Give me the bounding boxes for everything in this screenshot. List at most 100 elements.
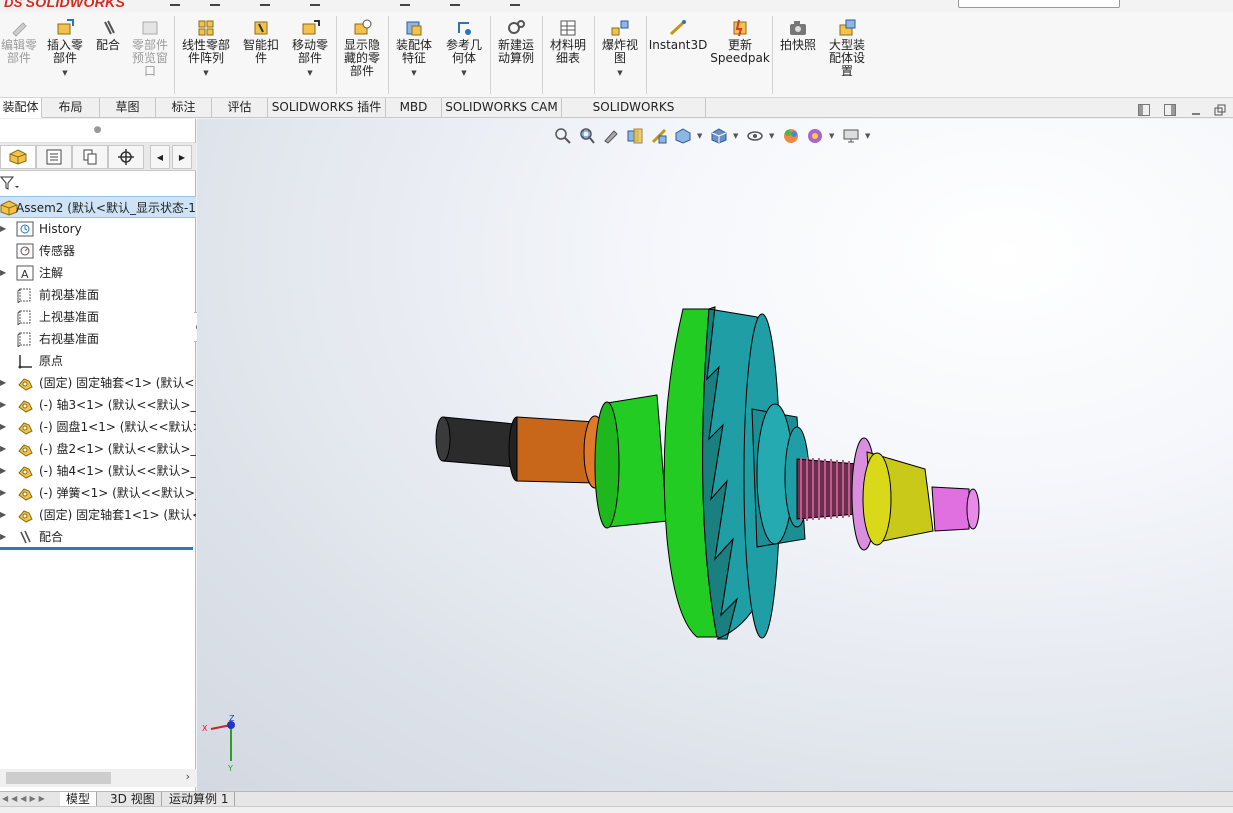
- tab-solidworks-cam[interactable]: SOLIDWORKS CAM: [442, 98, 562, 118]
- dropdown-arrow-icon[interactable]: ▼: [617, 67, 622, 80]
- ribbon-separator: [594, 16, 595, 94]
- new-motion-study-button[interactable]: 新建运 动算例: [494, 18, 538, 65]
- tree-filter[interactable]: [0, 172, 196, 196]
- menu-arrow-icon[interactable]: [450, 0, 460, 6]
- expand-arrow-icon[interactable]: ▶: [0, 262, 6, 284]
- tree-node[interactable]: ▶ (-) 轴3<1> (默认<<默认>_显: [0, 394, 196, 416]
- dropdown-arrow-icon[interactable]: ▼: [307, 67, 312, 80]
- tile-left-icon[interactable]: [1138, 104, 1150, 119]
- tab-mbd[interactable]: MBD: [386, 98, 442, 118]
- restore-icon[interactable]: [1214, 104, 1226, 119]
- rollback-bar[interactable]: [0, 547, 193, 550]
- tree-node[interactable]: 上视基准面: [0, 306, 196, 328]
- instant3d-button[interactable]: Instant3D: [649, 18, 707, 52]
- tab-solidworks-inspection[interactable]: SOLIDWORKS Inspection: [562, 98, 706, 133]
- tree-node[interactable]: ▶ (-) 轴4<1> (默认<<默认>_显: [0, 460, 196, 482]
- expand-arrow-icon[interactable]: ▶: [0, 218, 6, 240]
- tab-markup[interactable]: 标注: [156, 98, 212, 118]
- horizontal-scrollbar[interactable]: ›: [0, 769, 196, 787]
- graphics-area[interactable]: ▼ ▼ ▼ ▼ ▼ X Y Z: [197, 119, 1233, 791]
- linear-component-pattern-button[interactable]: 线性零部 件阵列 ▼: [178, 18, 234, 80]
- tree-node[interactable]: 传感器: [0, 240, 196, 262]
- tab-layout[interactable]: 布局: [42, 98, 100, 118]
- minimize-icon[interactable]: [1190, 104, 1202, 119]
- expand-arrow-icon[interactable]: ▶: [0, 372, 6, 394]
- tab-evaluate[interactable]: 评估: [212, 98, 268, 118]
- tab-scroll-left[interactable]: ◀: [150, 145, 170, 169]
- reference-geometry-button[interactable]: 参考几 何体 ▼: [442, 18, 486, 80]
- expand-arrow-icon[interactable]: ▶: [0, 482, 6, 504]
- move-component-button[interactable]: 移动零 部件 ▼: [288, 18, 332, 80]
- tree-node[interactable]: ▶ (-) 盘2<1> (默认<<默认>_显: [0, 438, 196, 460]
- menu-arrow-icon[interactable]: [170, 0, 180, 6]
- tab-sketch[interactable]: 草图: [100, 98, 156, 118]
- assembly-3d-model[interactable]: [197, 119, 1233, 791]
- expand-arrow-icon[interactable]: ▶: [0, 438, 6, 460]
- tab-motion-study[interactable]: 运动算例 1: [163, 792, 236, 807]
- tree-node[interactable]: ▶ (-) 弹簧<1> (默认<<默认>_: [0, 482, 196, 504]
- scroll-right-arrow-icon[interactable]: ›: [186, 770, 190, 783]
- tab-model[interactable]: 模型: [60, 792, 98, 807]
- tab-solidworks-addins[interactable]: SOLIDWORKS 插件: [268, 98, 386, 118]
- property-manager-tab[interactable]: [36, 145, 72, 169]
- tree-node[interactable]: 前视基准面: [0, 284, 196, 306]
- exploded-view-button[interactable]: 爆炸视 图 ▼: [598, 18, 642, 80]
- search-input[interactable]: [958, 0, 1120, 8]
- expand-arrow-icon[interactable]: ▶: [0, 394, 6, 416]
- tree-root-assembly[interactable]: Assem2 (默认<默认_显示状态-1: [0, 196, 196, 218]
- dark-shaft-part[interactable]: [435, 416, 516, 468]
- expand-arrow-icon[interactable]: ▶: [0, 460, 6, 482]
- show-hidden-components-button[interactable]: 显示隐 藏的零 部件: [340, 18, 384, 78]
- tab-assembly[interactable]: 装配体: [0, 98, 42, 118]
- dropdown-arrow-icon[interactable]: ▼: [62, 67, 67, 80]
- menu-arrow-icon[interactable]: [260, 0, 270, 6]
- menu-arrow-icon[interactable]: [510, 0, 520, 6]
- spring-part[interactable]: [796, 457, 858, 521]
- tile-right-icon[interactable]: [1164, 104, 1176, 119]
- bill-of-materials-button[interactable]: 材料明 细表: [546, 18, 590, 65]
- panel-grip-handle[interactable]: ●: [0, 119, 195, 143]
- expand-arrow-icon[interactable]: ▶: [0, 504, 6, 526]
- dimxpert-tab[interactable]: [108, 145, 144, 169]
- update-speedpak-button[interactable]: 更新 Speedpak: [710, 18, 770, 65]
- tree-node[interactable]: ▶ History: [0, 218, 196, 240]
- expand-arrow-icon[interactable]: ▶: [0, 416, 6, 438]
- dropdown-arrow-icon[interactable]: ▼: [203, 67, 208, 80]
- tree-node[interactable]: ▶ A 注解: [0, 262, 196, 284]
- tree-node[interactable]: 原点: [0, 350, 196, 372]
- tab-scroll-right[interactable]: ▶: [172, 145, 192, 169]
- take-snapshot-button[interactable]: 拍快照: [776, 18, 820, 52]
- dropdown-arrow-icon[interactable]: ▼: [461, 67, 466, 80]
- solidworks-logo[interactable]: DS SOLIDWORKS: [4, 0, 125, 10]
- edit-component-button[interactable]: 编辑零 部件: [0, 18, 40, 65]
- magenta-shaft-end-part[interactable]: [931, 486, 980, 532]
- scrollbar-thumb[interactable]: [6, 772, 111, 784]
- large-assembly-settings-button[interactable]: 大型装 配体设 置: [824, 18, 870, 78]
- dropdown-arrow-icon[interactable]: ▼: [411, 67, 416, 80]
- mate-button[interactable]: 配合: [92, 18, 124, 52]
- smart-fasteners-button[interactable]: 智能扣 件: [240, 18, 282, 65]
- insert-components-button[interactable]: 插入零 部件 ▼: [44, 18, 86, 80]
- menu-arrow-icon[interactable]: [210, 0, 220, 6]
- assembly-features-button[interactable]: 装配体 特征 ▼: [392, 18, 436, 80]
- tab-navigation-arrows[interactable]: ◀◀◀▶▶: [2, 794, 48, 803]
- feature-tree-tab[interactable]: [0, 145, 36, 169]
- tree-node[interactable]: ▶ (固定) 固定轴套<1> (默认<<: [0, 372, 196, 394]
- tree-node[interactable]: ▶ (固定) 固定轴套1<1> (默认<: [0, 504, 196, 526]
- sensor-icon: [16, 243, 34, 259]
- tree-node[interactable]: 右视基准面: [0, 328, 196, 350]
- green-hub-part[interactable]: [594, 394, 668, 529]
- tree-node[interactable]: ▶ 配合: [0, 526, 196, 548]
- expand-arrow-icon[interactable]: ▶: [0, 526, 6, 548]
- menu-arrow-icon[interactable]: [310, 0, 320, 6]
- tree-node-label: (固定) 固定轴套1<1> (默认<: [39, 508, 196, 522]
- component-preview-window-button[interactable]: 零部件 预览窗 口: [128, 18, 172, 78]
- menu-arrow-icon[interactable]: [400, 0, 410, 6]
- configuration-manager-tab[interactable]: [72, 145, 108, 169]
- tree-node-label: (-) 盘2<1> (默认<<默认>_显: [39, 442, 196, 456]
- tree-node[interactable]: ▶ (-) 圆盘1<1> (默认<<默认>: [0, 416, 196, 438]
- tab-3d-view[interactable]: 3D 视图: [104, 792, 162, 807]
- yellow-collar-part[interactable]: [862, 451, 934, 546]
- orange-bushing-part[interactable]: [508, 415, 607, 489]
- tree-node-label: (-) 轴4<1> (默认<<默认>_显: [39, 464, 196, 478]
